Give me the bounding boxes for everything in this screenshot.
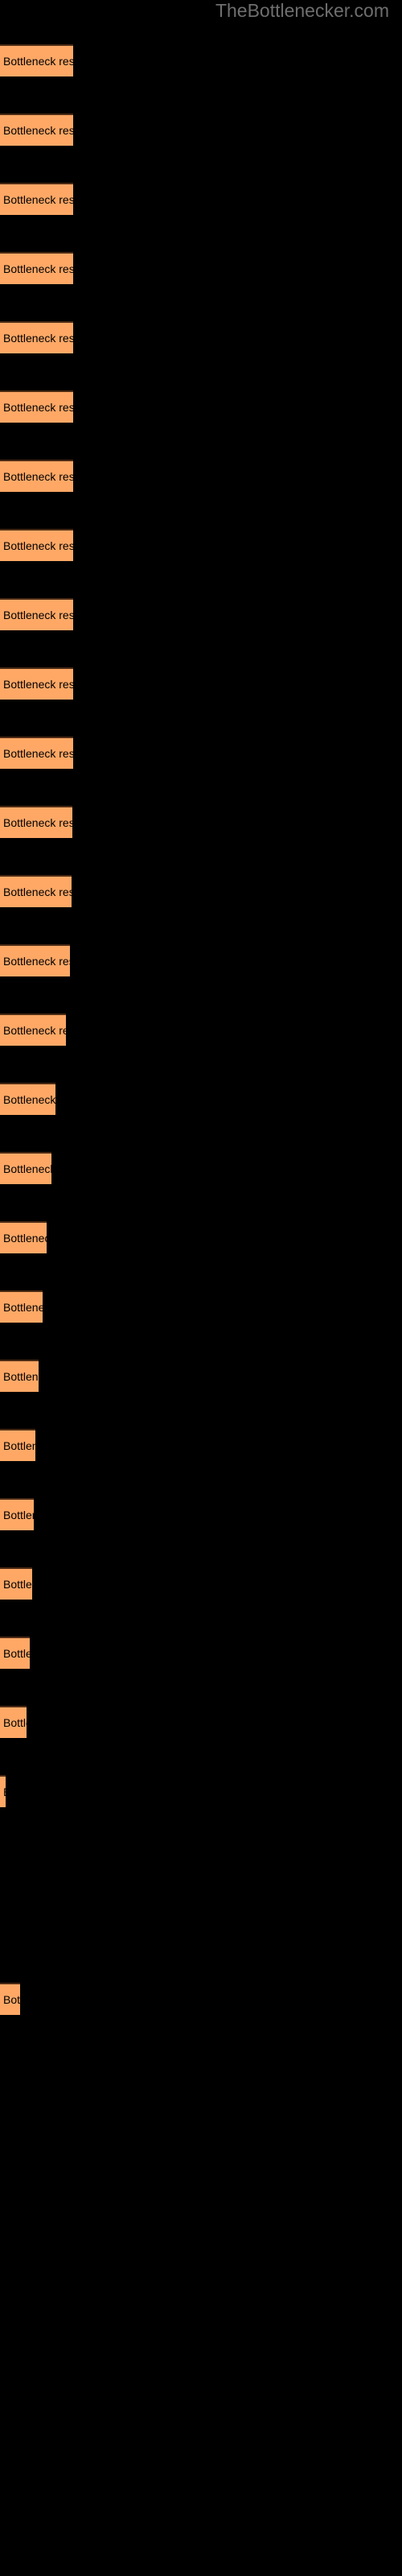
bar-label: Bottleneck result	[3, 1993, 20, 2006]
bar-row: Bottleneck result	[0, 1083, 402, 1115]
bar-row	[0, 1913, 402, 1946]
bar-row: Bottleneck result	[0, 529, 402, 561]
bar-label: Bottleneck result	[3, 262, 73, 275]
bar-21[interactable]: Bottleneck result	[0, 1429, 35, 1461]
bar-series-layer: Bottleneck result Bottleneck result Bottle…	[0, 0, 402, 2576]
bar-row: Bottleneck result	[0, 252, 402, 284]
bar-label: Bottleneck result	[3, 1162, 51, 1175]
bar-row: Bottleneck result	[0, 1152, 402, 1184]
bar-label: Bottleneck result	[3, 1785, 6, 1798]
bar-label: Bottleneck result	[3, 1024, 66, 1037]
bar-row: Bottleneck result	[0, 44, 402, 76]
bar-4[interactable]: Bottleneck result	[0, 252, 73, 284]
bar-row: Bottleneck result	[0, 1221, 402, 1253]
bar-10[interactable]: Bottleneck result	[0, 667, 73, 700]
bar-12[interactable]: Bottleneck result	[0, 806, 72, 838]
bar-row: Bottleneck result	[0, 1360, 402, 1392]
bar-row: Bottleneck result	[0, 1775, 402, 1807]
bar-row	[0, 1844, 402, 1876]
bar-29[interactable]: Bottleneck result	[0, 1983, 20, 2015]
bottleneck-bar-chart: TheBottlenecker.com Bottleneck resultBot…	[0, 0, 402, 2576]
bar-7[interactable]: Bottleneck result	[0, 460, 73, 492]
bar-label: Bottleneck result	[3, 678, 73, 691]
bar-label: Bottleneck result	[3, 1093, 55, 1106]
bar-11[interactable]: Bottleneck result	[0, 737, 73, 769]
bar-label: Bottleneck result	[3, 1232, 47, 1245]
bar-24[interactable]: Bottleneck result	[0, 1637, 30, 1669]
bar-label: Bottleneck result	[3, 886, 72, 898]
bar-label: Bottleneck result	[3, 124, 73, 137]
bar-row: Bottleneck result	[0, 667, 402, 700]
bar-row: Bottleneck result	[0, 875, 402, 907]
bar-label: Bottleneck result	[3, 1370, 39, 1383]
bar-label: Bottleneck result	[3, 55, 73, 68]
bar-2[interactable]: Bottleneck result	[0, 114, 73, 146]
bar-13[interactable]: Bottleneck result	[0, 875, 72, 907]
bar-14[interactable]: Bottleneck result	[0, 944, 70, 976]
bar-1[interactable]: Bottleneck result	[0, 44, 73, 76]
bar-25[interactable]: Bottleneck result	[0, 1706, 27, 1738]
bar-label: Bottleneck result	[3, 539, 73, 552]
bar-label: Bottleneck result	[3, 747, 73, 760]
bar-row: Bottleneck result	[0, 737, 402, 769]
bar-row: Bottleneck result	[0, 1637, 402, 1669]
bar-23[interactable]: Bottleneck result	[0, 1567, 32, 1600]
bar-label: Bottleneck result	[3, 401, 73, 414]
bar-16[interactable]: Bottleneck result	[0, 1083, 55, 1115]
bar-row: Bottleneck result	[0, 1498, 402, 1530]
bar-label: Bottleneck result	[3, 470, 73, 483]
bar-label: Bottleneck result	[3, 955, 70, 968]
bar-5[interactable]: Bottleneck result	[0, 321, 73, 353]
bar-17[interactable]: Bottleneck result	[0, 1152, 51, 1184]
bar-22[interactable]: Bottleneck result	[0, 1498, 34, 1530]
bar-3[interactable]: Bottleneck result	[0, 183, 73, 215]
bar-row: Bottleneck result	[0, 114, 402, 146]
bar-15[interactable]: Bottleneck result	[0, 1013, 66, 1046]
bar-label: Bottleneck result	[3, 1647, 30, 1660]
bar-row: Bottleneck result	[0, 460, 402, 492]
bar-row: Bottleneck result	[0, 1013, 402, 1046]
bar-row: Bottleneck result	[0, 390, 402, 423]
bar-label: Bottleneck result	[3, 609, 73, 621]
bar-row: Bottleneck result	[0, 944, 402, 976]
bar-row: Bottleneck result	[0, 806, 402, 838]
bar-row: Bottleneck result	[0, 598, 402, 630]
bar-row: Bottleneck result	[0, 1567, 402, 1600]
bar-row: Bottleneck result	[0, 1429, 402, 1461]
bar-label: Bottleneck result	[3, 332, 73, 345]
bar-6[interactable]: Bottleneck result	[0, 390, 73, 423]
bar-row: Bottleneck result	[0, 1290, 402, 1323]
bar-label: Bottleneck result	[3, 1509, 34, 1521]
bar-row: Bottleneck result	[0, 1983, 402, 2015]
bar-label: Bottleneck result	[3, 1439, 35, 1452]
bar-label: Bottleneck result	[3, 1301, 43, 1314]
bar-26[interactable]: Bottleneck result	[0, 1775, 6, 1807]
bar-label: Bottleneck result	[3, 1578, 32, 1591]
bar-row: Bottleneck result	[0, 183, 402, 215]
bar-20[interactable]: Bottleneck result	[0, 1360, 39, 1392]
bar-9[interactable]: Bottleneck result	[0, 598, 73, 630]
bar-8[interactable]: Bottleneck result	[0, 529, 73, 561]
bar-label: Bottleneck result	[3, 193, 73, 206]
bar-19[interactable]: Bottleneck result	[0, 1290, 43, 1323]
bar-18[interactable]: Bottleneck result	[0, 1221, 47, 1253]
bar-label: Bottleneck result	[3, 1716, 27, 1729]
bar-row: Bottleneck result	[0, 1706, 402, 1738]
bar-label: Bottleneck result	[3, 816, 72, 829]
bar-row: Bottleneck result	[0, 321, 402, 353]
